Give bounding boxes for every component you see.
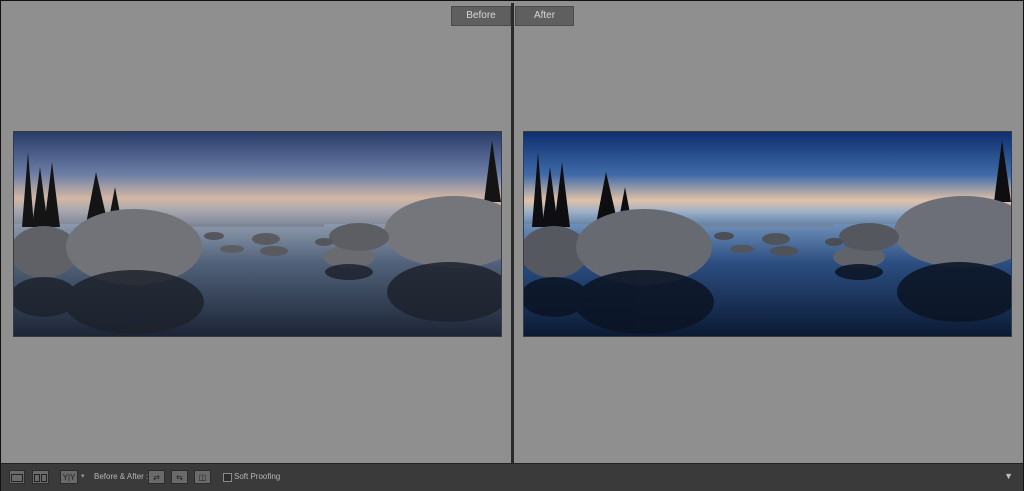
rectangle-icon xyxy=(11,473,23,482)
toggle-before-after-button[interactable]: ◫ xyxy=(194,470,211,484)
swap-icon: ⇄ xyxy=(153,473,160,482)
bottom-toolbar: Y|Y ▾ Before & After : ⇄ ⇆ ◫ Soft Proofi… xyxy=(1,463,1023,491)
after-pane: After xyxy=(514,3,1022,463)
before-photo-image xyxy=(14,132,501,336)
copy-settings-button[interactable]: ⇆ xyxy=(171,470,188,484)
before-after-yy-button[interactable]: Y|Y xyxy=(60,470,78,484)
before-photo[interactable] xyxy=(13,131,502,337)
compare-layout-button[interactable] xyxy=(32,470,49,484)
soft-proofing-label: Soft Proofing xyxy=(234,472,281,481)
lightroom-compare-window: Before After Y|Y ▾ Before & After: ⇄ ⇆ … xyxy=(0,0,1024,491)
after-photo-image xyxy=(524,132,1011,336)
yy-dropdown-chevron-icon[interactable]: ▾ xyxy=(81,470,85,484)
toggle-icon: ◫ xyxy=(198,473,207,482)
loupe-view-button[interactable] xyxy=(9,470,25,484)
before-pane: Before xyxy=(3,3,511,463)
split-icon xyxy=(34,473,40,482)
swap-settings-button[interactable]: ⇄ xyxy=(148,470,165,484)
before-label[interactable]: Before xyxy=(451,6,511,26)
after-photo[interactable] xyxy=(523,131,1012,337)
copy-icon: ⇆ xyxy=(176,473,183,482)
toolbar-menu-chevron-down-icon[interactable]: ▼ xyxy=(1004,471,1013,481)
after-label[interactable]: After xyxy=(515,6,574,26)
soft-proofing-checkbox[interactable] xyxy=(223,473,232,482)
split-icon xyxy=(41,473,47,482)
before-after-label: Before & After : xyxy=(94,472,149,481)
